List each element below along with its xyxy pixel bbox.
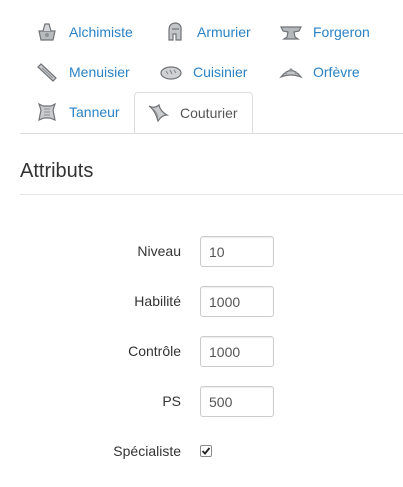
form-row-ps: PS	[0, 386, 403, 418]
form-row-habilete: Habilité	[0, 286, 403, 318]
tailor-cloth-icon	[145, 100, 171, 126]
armorer-helmet-icon	[162, 19, 188, 45]
habilete-label: Habilité	[134, 293, 181, 309]
tab-label: Menuisier	[69, 64, 130, 80]
tab-label: Orfèvre	[313, 64, 360, 80]
ps-label: PS	[162, 393, 181, 409]
tanner-hide-icon	[34, 99, 60, 125]
niveau-label: Niveau	[137, 243, 181, 259]
tab-label: Armurier	[197, 24, 251, 40]
form-row-niveau: Niveau	[0, 236, 403, 268]
carpenter-plank-icon	[34, 59, 60, 85]
jeweler-tiara-icon	[278, 59, 304, 85]
niveau-input[interactable]	[200, 236, 274, 267]
tab-label: Couturier	[180, 105, 238, 121]
alchemist-cauldron-icon	[34, 19, 60, 45]
specialiste-checkbox[interactable]	[200, 445, 212, 457]
form-row-specialiste: Spécialiste	[0, 436, 403, 468]
habilete-input[interactable]	[200, 286, 274, 317]
tab-couturier[interactable]: Couturier	[134, 92, 253, 134]
form-row-controle: Contrôle	[0, 336, 403, 368]
tab-alchimiste[interactable]: Alchimiste	[34, 12, 133, 52]
checkmark-icon	[201, 447, 211, 455]
tab-label: Alchimiste	[69, 24, 133, 40]
tab-label: Forgeron	[313, 24, 370, 40]
crafter-attributes-page: Alchimiste Armurier Forgeron Menuisier C…	[0, 0, 403, 487]
section-divider	[20, 194, 403, 195]
job-tabs: Alchimiste Armurier Forgeron Menuisier C…	[20, 12, 403, 134]
controle-input[interactable]	[200, 336, 274, 367]
tab-orfevre[interactable]: Orfèvre	[278, 52, 360, 92]
tab-tanneur[interactable]: Tanneur	[34, 92, 120, 132]
tab-label: Tanneur	[69, 104, 120, 120]
tab-label: Cuisinier	[193, 64, 248, 80]
blacksmith-anvil-icon	[278, 19, 304, 45]
section-title: Attributs	[20, 160, 94, 182]
cook-bread-icon	[158, 59, 184, 85]
tab-forgeron[interactable]: Forgeron	[278, 12, 370, 52]
specialiste-label: Spécialiste	[113, 443, 181, 459]
tabs-divider	[20, 133, 403, 134]
controle-label: Contrôle	[128, 343, 181, 359]
tab-menuisier[interactable]: Menuisier	[34, 52, 130, 92]
ps-input[interactable]	[200, 386, 274, 417]
tab-cuisinier[interactable]: Cuisinier	[158, 52, 247, 92]
tab-armurier[interactable]: Armurier	[162, 12, 251, 52]
